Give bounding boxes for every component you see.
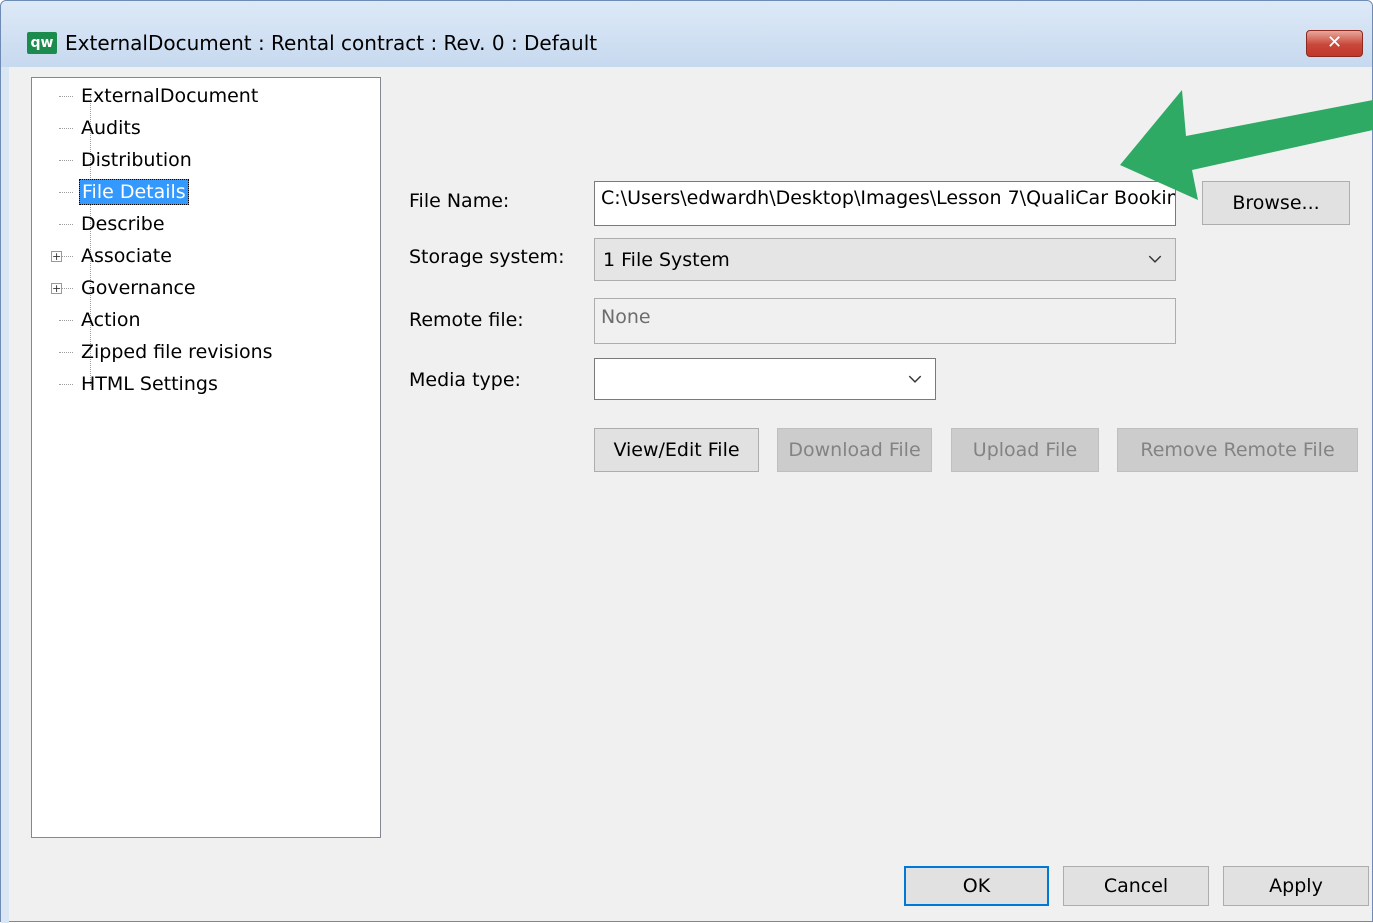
annotation-arrow-icon: [1120, 90, 1373, 200]
file-name-label: File Name:: [409, 190, 510, 212]
view-edit-file-button[interactable]: View/Edit File: [594, 428, 759, 472]
media-type-select[interactable]: [594, 358, 936, 400]
ok-button[interactable]: OK: [904, 866, 1049, 906]
cancel-button[interactable]: Cancel: [1063, 866, 1209, 906]
tree-item-label: ExternalDocument: [81, 85, 259, 107]
remove-remote-file-button[interactable]: Remove Remote File: [1117, 428, 1358, 472]
tree-connector: [62, 288, 73, 289]
media-type-label: Media type:: [409, 369, 521, 391]
tree-connector: [62, 256, 73, 257]
app-logo-icon: qw: [27, 32, 57, 54]
window-title: ExternalDocument : Rental contract : Rev…: [65, 31, 598, 55]
remote-file-field: None: [594, 298, 1176, 344]
apply-button[interactable]: Apply: [1223, 866, 1369, 906]
tree-item-label: Associate: [81, 245, 172, 267]
remote-file-label: Remote file:: [409, 309, 524, 331]
chevron-down-icon: [1148, 255, 1162, 263]
tree-connector: [59, 96, 73, 97]
chevron-down-icon: [908, 375, 922, 383]
tree-item-label: Describe: [81, 213, 165, 235]
upload-file-button[interactable]: Upload File: [951, 428, 1099, 472]
storage-system-value: 1 File System: [603, 249, 730, 271]
tree-item-label: Audits: [81, 117, 141, 139]
expand-plus-icon[interactable]: +: [51, 251, 62, 262]
tree-connector: [59, 160, 73, 161]
tree-connector: [59, 320, 73, 321]
expand-plus-icon[interactable]: +: [51, 283, 62, 294]
tree-item-label: Governance: [81, 277, 196, 299]
tree-item-label: Action: [81, 309, 141, 331]
tree-item-label: Distribution: [81, 149, 192, 171]
close-button[interactable]: ✕: [1306, 30, 1363, 57]
tree-connector: [59, 128, 73, 129]
file-name-field[interactable]: C:\Users\edwardh\Desktop\Images\Lesson 7…: [594, 181, 1176, 226]
navigation-tree[interactable]: ExternalDocument Audits Distribution Fil…: [31, 77, 381, 838]
tree-connector: [59, 224, 73, 225]
tree-connector: [59, 192, 73, 193]
window-left-edge: [1, 67, 9, 923]
storage-system-select[interactable]: 1 File System: [594, 238, 1176, 281]
storage-system-label: Storage system:: [409, 246, 565, 268]
tree-connector: [59, 352, 73, 353]
download-file-button[interactable]: Download File: [777, 428, 932, 472]
title-bar[interactable]: qw ExternalDocument : Rental contract : …: [1, 1, 1372, 67]
tree-item-label-selected: File Details: [79, 179, 189, 205]
tree-connector: [59, 384, 73, 385]
tree-item-label: Zipped file revisions: [81, 341, 273, 363]
tree-item-label: HTML Settings: [81, 373, 218, 395]
